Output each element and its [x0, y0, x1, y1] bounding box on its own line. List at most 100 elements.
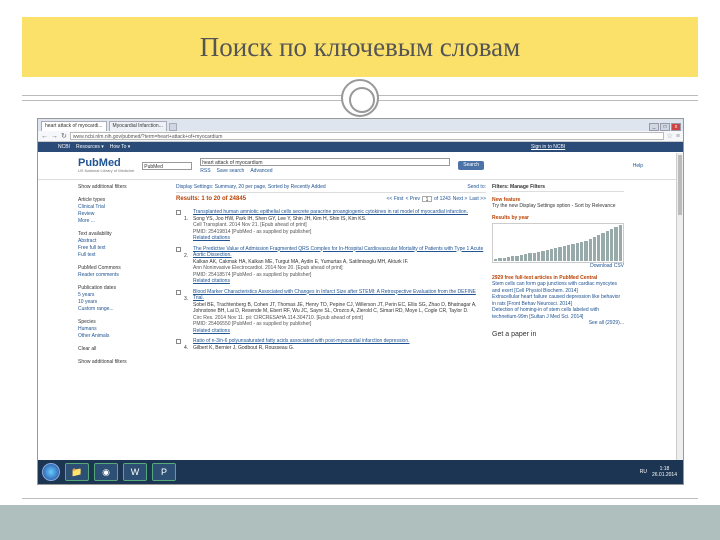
free-item[interactable]: Stem cells can form gap junctions with c… [492, 281, 624, 294]
year-bar[interactable] [549, 249, 554, 261]
filter-item[interactable]: Clinical Trial [78, 204, 170, 211]
save-search-link[interactable]: Save search [217, 168, 245, 174]
page-input[interactable]: 1 [422, 196, 433, 203]
year-bar[interactable] [524, 254, 528, 261]
filter-item[interactable]: Free full text [78, 245, 170, 252]
explorer-icon[interactable]: 📁 [65, 463, 89, 481]
url-field[interactable]: www.ncbi.nlm.nih.gov/pubmed/?term=heart+… [69, 132, 664, 140]
year-bar[interactable] [618, 225, 622, 261]
minimize-button[interactable]: _ [649, 123, 659, 131]
scrollbar-thumb[interactable] [678, 155, 682, 215]
year-bar[interactable] [601, 233, 605, 261]
close-button[interactable]: x [671, 123, 681, 131]
year-bar[interactable] [515, 256, 519, 261]
filter-group-heading[interactable]: Show additional filters [78, 184, 170, 191]
search-input[interactable]: heart attack of myocardium [200, 157, 451, 166]
send-to[interactable]: Send to: [467, 184, 486, 190]
filter-group-heading[interactable]: Species [78, 319, 170, 326]
page-scrollbar[interactable] [676, 153, 683, 462]
download-csv-link[interactable]: Download CSV [492, 263, 624, 270]
filter-group-heading[interactable]: Clear all [78, 346, 170, 353]
powerpoint-icon[interactable]: P [152, 463, 176, 481]
year-bar[interactable] [575, 243, 579, 261]
filter-item[interactable]: Full text [78, 252, 170, 259]
filter-item[interactable]: Reader comments [78, 272, 170, 279]
word-icon[interactable]: W [123, 463, 147, 481]
free-item[interactable]: Extracellular heart failure caused depre… [492, 294, 624, 307]
new-tab-button[interactable] [168, 123, 177, 131]
result-title[interactable]: Ratio of n-3/n-6 polyunsaturated fatty a… [193, 338, 410, 345]
browser-icon[interactable]: ◉ [94, 463, 118, 481]
first-page-link[interactable]: << First [386, 196, 403, 202]
year-bar[interactable] [554, 248, 558, 261]
filter-item[interactable]: Review [78, 211, 170, 218]
result-title[interactable]: Blood Marker Characteristics Associated … [193, 289, 486, 302]
year-histogram[interactable] [492, 223, 624, 263]
sign-in-link[interactable]: Sign in to NCBI [531, 144, 663, 151]
help-link[interactable]: Help [633, 163, 643, 169]
filter-item[interactable]: More ... [78, 218, 170, 225]
database-select[interactable]: PubMed [142, 161, 193, 170]
year-bar[interactable] [545, 250, 549, 261]
result-checkbox[interactable] [176, 339, 181, 344]
menu-icon[interactable]: ≡ [676, 133, 680, 140]
related-citations-link[interactable]: Related citations [193, 235, 468, 242]
last-page-link[interactable]: Last >> [469, 196, 486, 202]
year-bar[interactable] [562, 246, 567, 261]
advanced-link[interactable]: Advanced [250, 168, 272, 174]
howto-menu[interactable]: How To ▾ [110, 144, 130, 150]
result-checkbox[interactable] [176, 210, 181, 215]
free-item[interactable]: Detection of homing-in of stem cells lab… [492, 307, 624, 320]
result-title[interactable]: The Predictive Value of Admission Fragme… [193, 246, 486, 259]
result-title[interactable]: Transplanted human amniotic epithelial c… [193, 209, 468, 216]
related-citations-link[interactable]: Related citations [193, 328, 486, 335]
year-bar[interactable] [558, 247, 562, 261]
year-bar[interactable] [588, 239, 592, 261]
see-all-link[interactable]: See all (2929)... [492, 320, 624, 327]
year-bar[interactable] [532, 253, 536, 261]
year-bar[interactable] [571, 244, 575, 261]
filter-group-heading[interactable]: Show additional filters [78, 359, 170, 366]
filter-item[interactable]: Humans [78, 326, 170, 333]
filter-group-heading[interactable]: Article types [78, 197, 170, 204]
filter-group-heading[interactable]: PubMed Commons [78, 265, 170, 272]
forward-arrow-icon[interactable]: → [51, 133, 58, 140]
clock[interactable]: 1:18 26.01.2014 [652, 466, 677, 478]
search-button[interactable]: Search [458, 161, 485, 170]
rss-link[interactable]: RSS [200, 168, 210, 174]
bookmark-star-icon[interactable]: ☆ [667, 132, 673, 140]
year-bar[interactable] [506, 257, 511, 261]
filter-item[interactable]: Custom range... [78, 306, 170, 313]
back-arrow-icon[interactable]: ← [41, 133, 48, 140]
year-bar[interactable] [536, 252, 541, 261]
maximize-button[interactable]: □ [660, 123, 670, 131]
filter-group-heading[interactable]: Text availability [78, 231, 170, 238]
filter-item[interactable]: Other Animals [78, 333, 170, 340]
year-bar[interactable] [597, 235, 601, 261]
related-citations-link[interactable]: Related citations [193, 278, 486, 285]
year-bar[interactable] [498, 258, 502, 261]
resources-menu[interactable]: Resources ▾ [76, 144, 104, 150]
filter-item[interactable]: 10 years [78, 299, 170, 306]
year-bar[interactable] [541, 251, 545, 261]
year-bar[interactable] [519, 255, 524, 261]
reload-icon[interactable]: ↻ [61, 132, 67, 140]
year-bar[interactable] [502, 258, 506, 261]
year-bar[interactable] [567, 245, 571, 261]
browser-tab[interactable]: heart attack of myocardi... [41, 121, 107, 131]
year-bar[interactable] [614, 227, 618, 261]
year-bar[interactable] [584, 241, 588, 261]
filters-label[interactable]: Filters: Manage Filters [492, 184, 545, 191]
start-button[interactable] [42, 463, 60, 481]
filter-group-heading[interactable]: Publication dates [78, 285, 170, 292]
year-bar[interactable] [511, 256, 515, 261]
year-bar[interactable] [579, 242, 584, 261]
browser-tab[interactable]: Myocardial Infarction... [108, 121, 167, 131]
filter-item[interactable]: Abstract [78, 238, 170, 245]
result-checkbox[interactable] [176, 289, 181, 295]
year-bar[interactable] [605, 231, 610, 261]
year-bar[interactable] [610, 229, 614, 261]
year-bar[interactable] [494, 259, 498, 261]
prev-page-link[interactable]: < Prev [405, 196, 420, 202]
pubmed-logo[interactable]: PubMed US National Library of Medicine [78, 158, 134, 174]
